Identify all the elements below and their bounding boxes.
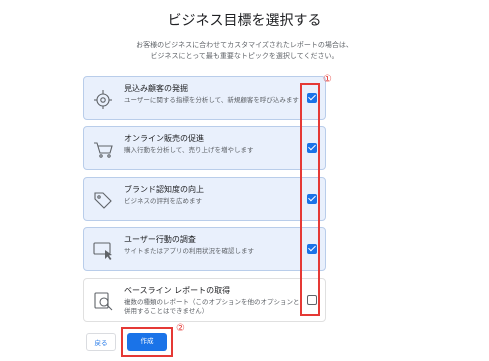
goal-title: ユーザー行動の調査	[124, 235, 196, 244]
goal-title: 見込み顧客の発掘	[124, 84, 188, 93]
goal-card-lead-generation[interactable]: 見込み顧客の発掘 ユーザーに関する指標を分析して、新規顧客を呼び込みます	[83, 76, 326, 120]
tag-icon	[92, 189, 114, 211]
goal-title: ベースライン レポートの取得	[124, 286, 231, 295]
goal-title: ブランド認知度の向上	[124, 185, 204, 194]
create-button[interactable]: 作成	[127, 333, 167, 351]
description-line-2: ビジネスにとって最も重要なトピックを選択してください。	[150, 52, 339, 60]
screen-cursor-icon	[92, 239, 114, 261]
report-search-icon	[92, 290, 114, 312]
annotation-marker-2: ②	[176, 323, 185, 334]
goal-title: オンライン販売の促進	[124, 134, 204, 143]
page-description: お客様のビジネスに合わせてカスタマイズされたレポートの場合は、 ビジネスにとって…	[0, 40, 489, 62]
goal-description: ユーザーに関する指標を分析して、新規顧客を呼び込みます	[124, 96, 299, 104]
goal-card-brand-awareness[interactable]: ブランド認知度の向上 ビジネスの評判を広めます	[83, 177, 326, 221]
target-icon	[92, 88, 114, 110]
goal-description: ビジネスの評判を広めます	[124, 197, 202, 205]
page-title: ビジネス目標を選択する	[167, 13, 322, 29]
back-button[interactable]: 戻る	[86, 333, 116, 351]
goal-description: 購入行動を分析して、売り上げを増やします	[124, 146, 254, 154]
checkbox-highlight-annotation	[300, 83, 320, 316]
cart-icon	[92, 138, 114, 160]
goal-description: 複数の種類のレポート（このオプションを他のオプションと併用することはできません）	[124, 298, 300, 315]
goal-card-baseline-reports[interactable]: ベースライン レポートの取得 複数の種類のレポート（このオプションを他のオプショ…	[83, 278, 326, 322]
description-line-1: お客様のビジネスに合わせてカスタマイズされたレポートの場合は、	[136, 41, 353, 49]
goal-description: サイトまたはアプリの利用状況を確認します	[124, 247, 254, 255]
goal-card-online-sales[interactable]: オンライン販売の促進 購入行動を分析して、売り上げを増やします	[83, 126, 326, 170]
annotation-marker-1: ①	[323, 74, 332, 85]
goal-card-user-behavior[interactable]: ユーザー行動の調査 サイトまたはアプリの利用状況を確認します	[83, 227, 326, 271]
